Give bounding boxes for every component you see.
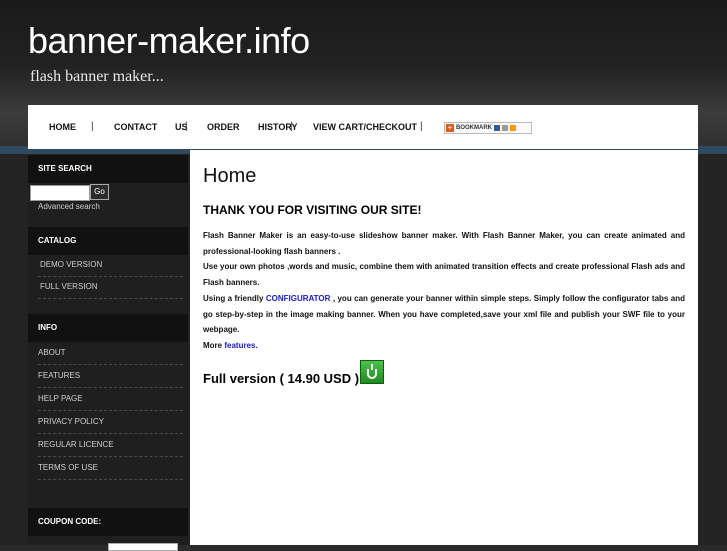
- advanced-search-link[interactable]: Advanced search: [38, 202, 100, 211]
- divider: [38, 276, 183, 277]
- full-version-price: Full version ( 14.90 USD ) :: [203, 371, 367, 386]
- sidebar-item-demo-version[interactable]: DEMO VERSION: [40, 260, 185, 269]
- nav-contact[interactable]: CONTACT: [114, 122, 157, 132]
- welcome-heading: THANK YOU FOR VISITING OUR SITE!: [203, 203, 422, 217]
- bookmark-label: BOOKMARK: [456, 125, 492, 131]
- divider: [38, 298, 183, 299]
- intro-text-segment: Using a friendly: [203, 293, 266, 303]
- coupon-code-input[interactable]: [108, 543, 178, 551]
- intro-paragraph: Use your own photos ,words and music, co…: [203, 262, 685, 288]
- features-link[interactable]: features.: [224, 341, 257, 350]
- configurator-link[interactable]: CONFIGURATOR: [266, 294, 331, 303]
- add-to-cart-icon[interactable]: [360, 360, 384, 384]
- site-search-heading: SITE SEARCH: [28, 155, 188, 183]
- divider: [38, 479, 183, 480]
- sidebar-item-full-version[interactable]: FULL VERSION: [40, 282, 185, 291]
- intro-paragraph: Using a friendly CONFIGURATOR , you can …: [203, 291, 685, 338]
- more-label: More: [203, 340, 225, 350]
- nav-view-cart[interactable]: VIEW CART/CHECKOUT: [313, 122, 417, 132]
- more-features-line: More features.: [203, 338, 685, 354]
- intro-text: Flash Banner Maker is an easy-to-use sli…: [203, 228, 685, 354]
- main-content: Home THANK YOU FOR VISITING OUR SITE! Fl…: [190, 150, 698, 545]
- nav-separator: |: [185, 121, 188, 132]
- plus-icon: +: [446, 123, 454, 132]
- sidebar-item-about[interactable]: ABOUT: [38, 348, 183, 357]
- divider: [38, 410, 183, 411]
- divider: [38, 433, 183, 434]
- sidebar-item-privacy-policy[interactable]: PRIVACY POLICY: [38, 417, 183, 426]
- divider: [38, 387, 183, 388]
- page-title: Home: [203, 165, 257, 187]
- sidebar-item-features[interactable]: FEATURES: [38, 371, 183, 380]
- divider: [38, 456, 183, 457]
- nav-separator: |: [420, 121, 423, 132]
- intro-paragraph: Flash Banner Maker is an easy-to-use sli…: [203, 231, 685, 256]
- sidebar-item-help-page[interactable]: HELP PAGE: [38, 394, 183, 403]
- search-input[interactable]: [30, 185, 90, 201]
- site-title[interactable]: banner-maker.info: [28, 20, 310, 62]
- nav-separator: |: [290, 121, 293, 132]
- top-navigation: HOME | CONTACT US | ORDER HISTORY | VIEW…: [28, 105, 698, 149]
- sidebar-item-regular-licence[interactable]: REGULAR LICENCE: [38, 440, 183, 449]
- nav-separator: |: [91, 121, 94, 132]
- nav-home[interactable]: HOME: [49, 122, 76, 132]
- divider: [38, 364, 183, 365]
- coupon-code-heading: COUPON CODE:: [28, 508, 188, 536]
- social-icon: [494, 125, 500, 131]
- info-heading: INFO: [28, 314, 188, 342]
- social-icon: [502, 125, 508, 131]
- nav-order[interactable]: ORDER: [207, 122, 240, 132]
- catalog-heading: CATALOG: [28, 227, 188, 255]
- sidebar: SITE SEARCH Go Advanced search CATALOG D…: [28, 155, 188, 551]
- site-tagline: flash banner maker...: [30, 68, 164, 85]
- bookmark-button[interactable]: + BOOKMARK: [444, 122, 532, 134]
- sidebar-item-terms-of-use[interactable]: TERMS OF USE: [38, 463, 183, 472]
- search-go-button[interactable]: Go: [90, 184, 109, 200]
- social-icon: [510, 125, 516, 131]
